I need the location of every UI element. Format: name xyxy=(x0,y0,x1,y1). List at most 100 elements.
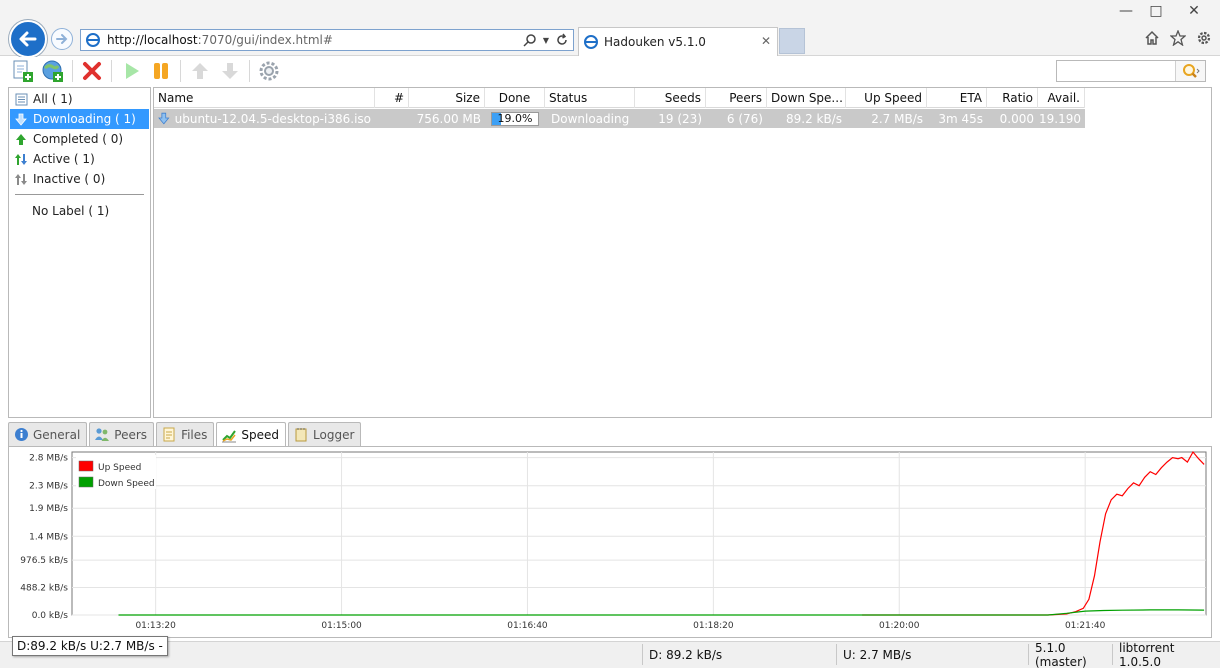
add-torrent-file-button[interactable] xyxy=(10,58,36,84)
plot-area xyxy=(71,451,1207,616)
column-header-down-speed[interactable]: Down Spe... xyxy=(767,88,846,108)
column-header-ratio[interactable]: Ratio xyxy=(987,88,1038,108)
filter-label: Active ( 1) xyxy=(33,152,95,166)
tab-label: Logger xyxy=(313,427,355,442)
back-arrow-icon xyxy=(19,31,37,47)
column-header-eta[interactable]: ETA xyxy=(927,88,987,108)
filter-label: Downloading ( 1) xyxy=(33,112,136,126)
queue-up-button[interactable] xyxy=(187,58,213,84)
url-host: http://localhost xyxy=(107,33,198,47)
address-bar[interactable]: http://localhost:7070/gui/index.html# ▼ xyxy=(80,29,574,51)
filter-all[interactable]: All ( 1) xyxy=(10,89,149,109)
search-button[interactable] xyxy=(1175,61,1205,81)
cell-name: ubuntu-12.04.5-desktop-i386.iso xyxy=(154,109,375,128)
filter-active[interactable]: Active ( 1) xyxy=(10,149,149,169)
forward-arrow-icon xyxy=(56,34,68,44)
info-icon xyxy=(13,427,29,443)
filter-completed[interactable]: Completed ( 0) xyxy=(10,129,149,149)
column-header-name[interactable]: Name xyxy=(154,88,375,108)
torrent-search-input[interactable] xyxy=(1056,60,1206,82)
filter-label: Completed ( 0) xyxy=(33,132,124,146)
logger-notepad-icon xyxy=(293,427,309,443)
cell-seeds: 19 (23) xyxy=(658,111,702,126)
arrow-down-icon xyxy=(14,112,28,126)
label-no-label[interactable]: No Label ( 1) xyxy=(10,201,149,221)
cell-ratio: 0.000 xyxy=(999,111,1034,126)
table-row[interactable]: ubuntu-12.04.5-desktop-i386.iso 756.00 M… xyxy=(154,109,1085,128)
tab-title: Hadouken v5.1.0 xyxy=(604,35,706,49)
tab-files[interactable]: Files xyxy=(156,422,215,446)
search-icon[interactable] xyxy=(523,33,537,47)
tab-peers[interactable]: Peers xyxy=(89,422,155,446)
column-header-status[interactable]: Status xyxy=(545,88,635,108)
back-button[interactable] xyxy=(9,20,47,58)
cell-peers: 6 (76) xyxy=(726,111,763,126)
add-file-icon xyxy=(13,60,33,82)
status-upload-speed: U: 2.7 MB/s xyxy=(836,644,1028,665)
column-header-peers[interactable]: Peers xyxy=(706,88,767,108)
y-tick-label: 2.8 MB/s xyxy=(29,454,68,464)
x-tick-label: 01:20:00 xyxy=(879,621,920,631)
list-icon xyxy=(14,92,28,106)
column-header-up-speed[interactable]: Up Speed xyxy=(846,88,927,108)
y-tick-label: 2.3 MB/s xyxy=(29,482,68,492)
favorites-star-icon[interactable] xyxy=(1170,30,1186,46)
filter-label: All ( 1) xyxy=(33,92,73,106)
torrent-list: Name # Size Done Status Seeds Peers Down… xyxy=(153,87,1212,418)
column-header-size[interactable]: Size xyxy=(409,88,485,108)
column-header-avail[interactable]: Avail. xyxy=(1038,88,1085,108)
new-tab-button[interactable] xyxy=(779,28,805,54)
home-icon[interactable] xyxy=(1144,30,1160,46)
start-torrent-button[interactable] xyxy=(118,58,144,84)
y-tick-label: 1.4 MB/s xyxy=(29,532,68,542)
maximize-icon[interactable]: □ xyxy=(1142,0,1170,22)
pause-torrent-button[interactable] xyxy=(148,58,174,84)
tab-logger[interactable]: Logger xyxy=(288,422,362,446)
tab-general[interactable]: General xyxy=(8,422,88,446)
settings-gear-icon[interactable] xyxy=(1196,30,1212,46)
queue-down-button[interactable] xyxy=(217,58,243,84)
minimize-icon[interactable]: — xyxy=(1112,0,1140,22)
preferences-button[interactable] xyxy=(256,58,282,84)
x-tick-label: 01:13:20 xyxy=(135,621,176,631)
column-header-seeds[interactable]: Seeds xyxy=(635,88,706,108)
status-libtorrent: libtorrent 1.0.5.0 xyxy=(1112,641,1220,668)
play-icon xyxy=(126,63,139,79)
ie-page-icon xyxy=(86,33,100,47)
status-download-speed: D: 89.2 kB/s xyxy=(642,644,836,665)
filter-downloading[interactable]: Downloading ( 1) xyxy=(10,109,149,129)
toolbar-separator xyxy=(249,60,250,82)
cell-size: 756.00 MB xyxy=(416,111,481,126)
legend-entry: Up Speed xyxy=(98,463,141,473)
arrow-up-icon xyxy=(192,63,208,79)
y-tick-label: 0.0 kB/s xyxy=(32,611,69,621)
speed-chart: 2.8 MB/s 2.3 MB/s 1.9 MB/s 1.4 MB/s 976.5 kB… xyxy=(20,450,1207,631)
remove-torrent-button[interactable] xyxy=(79,58,105,84)
filter-inactive[interactable]: Inactive ( 0) xyxy=(10,169,149,189)
tab-favicon-icon xyxy=(584,35,598,49)
detail-tab-strip: General Peers Files Speed Logger xyxy=(8,422,363,447)
cell-done: 19.0% xyxy=(485,109,545,128)
column-header-done[interactable]: Done xyxy=(485,88,545,108)
tab-speed[interactable]: Speed xyxy=(216,422,287,447)
arrow-up-green-icon xyxy=(14,132,28,146)
dropdown-caret-icon[interactable]: ▼ xyxy=(543,36,549,45)
close-window-icon[interactable]: ✕ xyxy=(1176,0,1212,22)
browser-tab[interactable]: Hadouken v5.1.0 ✕ xyxy=(578,27,778,56)
refresh-icon[interactable] xyxy=(555,33,569,47)
tab-label: Speed xyxy=(241,428,280,442)
filter-label: Inactive ( 0) xyxy=(33,172,106,186)
column-header-queue[interactable]: # xyxy=(375,88,409,108)
tab-close-icon[interactable]: ✕ xyxy=(761,34,771,48)
add-torrent-url-button[interactable] xyxy=(40,58,66,84)
status-version: 5.1.0 (master) xyxy=(1028,641,1112,668)
filter-sidebar: All ( 1) Downloading ( 1) Completed ( 0)… xyxy=(8,87,151,418)
downloading-arrow-icon xyxy=(158,112,170,125)
gear-icon xyxy=(259,61,279,81)
cell-up-speed: 2.7 MB/s xyxy=(871,111,923,126)
add-url-globe-icon xyxy=(42,60,63,82)
tab-label: Files xyxy=(181,427,208,442)
cell-eta: 3m 45s xyxy=(938,111,983,126)
forward-button[interactable] xyxy=(51,28,73,50)
files-icon xyxy=(161,427,177,443)
